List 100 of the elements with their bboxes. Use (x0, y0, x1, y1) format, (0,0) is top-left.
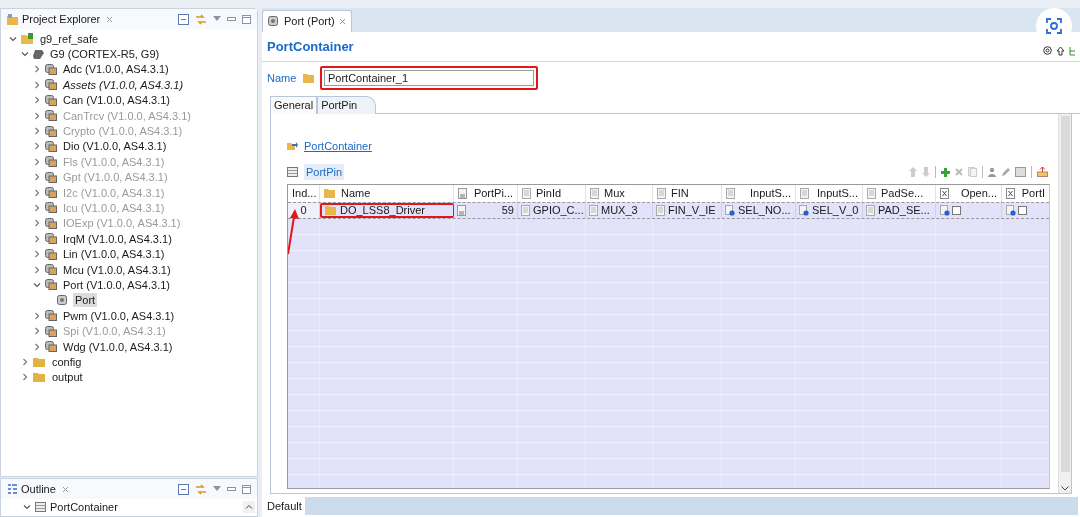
column-header[interactable]: Open... (936, 185, 1002, 202)
tree-item[interactable]: Wdg (V1.0.0, AS4.3.1) (61, 339, 175, 354)
chevron-right-icon[interactable] (21, 373, 29, 382)
scroll-down-icon[interactable] (1061, 486, 1069, 491)
column-header[interactable]: Mux (586, 185, 653, 202)
pencil-icon[interactable] (1001, 167, 1010, 177)
tree-item[interactable]: Dio (V1.0.0, AS4.3.1) (61, 139, 169, 154)
maximize-icon[interactable] (242, 484, 251, 494)
at-sign-icon[interactable] (1043, 46, 1052, 55)
chevron-down-icon[interactable] (21, 50, 29, 59)
maximize-icon[interactable] (242, 14, 251, 24)
column-header[interactable]: PinId (518, 185, 586, 202)
person-icon[interactable] (988, 167, 996, 177)
document-icon (656, 205, 665, 216)
delete-icon[interactable] (955, 168, 963, 176)
chevron-right-icon[interactable] (21, 357, 29, 366)
checkbox[interactable] (1018, 206, 1027, 215)
table-icon (35, 502, 46, 512)
tree-item[interactable]: g9_ref_safe (38, 31, 101, 46)
link-icon[interactable] (195, 483, 207, 495)
editor-heading: PortContainer (267, 37, 354, 56)
chevron-right-icon[interactable] (33, 265, 41, 274)
boolean-doc-icon (1006, 188, 1015, 199)
column-header[interactable]: InputS... (796, 185, 863, 202)
name-cell[interactable]: DO_LSS8_Driver (320, 203, 454, 218)
column-header[interactable]: PortPi... (454, 185, 518, 202)
chevron-down-icon[interactable] (23, 503, 31, 511)
collapse-all-icon[interactable] (178, 483, 189, 495)
column-header[interactable]: InputS... (722, 185, 796, 202)
editor-tab[interactable]: Port (Port) (262, 10, 352, 32)
column-header[interactable]: PadSe... (863, 185, 936, 202)
column-header[interactable]: Name (320, 185, 454, 202)
module-icon (45, 187, 57, 199)
folder-icon (33, 356, 46, 367)
tree-item[interactable]: PortContainer (50, 498, 118, 516)
arrow-up-icon[interactable] (1056, 45, 1065, 56)
chevron-right-icon[interactable] (33, 311, 41, 320)
link-icon[interactable] (195, 13, 207, 25)
tree-item[interactable]: G9 (CORTEX-R5, G9) (48, 47, 162, 62)
tree-item[interactable]: Pwm (V1.0.0, AS4.3.1) (61, 308, 177, 323)
tree-item[interactable]: Can (V1.0.0, AS4.3.1) (61, 93, 172, 108)
link-arrow-icon (287, 141, 298, 151)
enum-doc-icon (799, 205, 809, 216)
name-field[interactable]: PortContainer_1 (320, 66, 538, 90)
project-explorer-icon (7, 13, 19, 25)
grid-icon[interactable] (1015, 167, 1026, 177)
close-icon[interactable] (106, 15, 114, 23)
form-tab[interactable]: PortPin (317, 96, 377, 114)
chevron-down-icon[interactable] (33, 280, 41, 289)
view-menu-icon[interactable] (213, 16, 221, 22)
minimize-icon[interactable] (227, 487, 236, 491)
minimize-icon[interactable] (227, 17, 236, 21)
scrollbar-thumb[interactable] (1060, 116, 1070, 472)
tree-item[interactable]: Assets (V1.0.0, AS4.3.1) (61, 77, 186, 92)
section-title: PortPin (304, 163, 345, 181)
column-header[interactable]: Ind... (288, 185, 320, 202)
scroll-up-icon[interactable] (243, 501, 255, 513)
folder-icon (325, 206, 337, 215)
tree-item[interactable]: Port (V1.0.0, AS4.3.1) (61, 277, 172, 292)
number-doc-icon (457, 205, 466, 216)
tree-item[interactable]: Port (73, 293, 98, 308)
document-icon (657, 188, 666, 199)
document-icon (521, 205, 530, 216)
container-link[interactable]: PortContainer (304, 137, 372, 155)
chevron-right-icon[interactable] (33, 142, 41, 151)
column-header[interactable]: PortI (1002, 185, 1049, 202)
panel-title[interactable]: Outline (21, 480, 56, 498)
tree-item[interactable]: output (50, 370, 85, 385)
chevron-right-icon[interactable] (33, 250, 41, 259)
module-icon (45, 264, 57, 276)
module-icon (45, 341, 57, 352)
chevron-right-icon[interactable] (33, 65, 41, 74)
chevron-right-icon[interactable] (33, 234, 41, 243)
tree-item[interactable]: Lin (V1.0.0, AS4.3.1) (61, 247, 167, 262)
chevron-right-icon[interactable] (33, 342, 41, 351)
tree-item[interactable]: IrqM (V1.0.0, AS4.3.1) (61, 231, 174, 246)
module-icon (45, 248, 57, 260)
add-icon[interactable] (941, 167, 950, 177)
table-cell: SEL_V_0 (812, 203, 859, 218)
collapse-all-icon[interactable] (178, 13, 189, 25)
chevron-right-icon[interactable] (33, 80, 41, 89)
chevron-right-icon[interactable] (33, 96, 41, 105)
table-cell: GPIO_C... (533, 203, 584, 218)
tree-item[interactable]: Adc (V1.0.0, AS4.3.1) (61, 62, 171, 77)
checkbox[interactable] (952, 206, 961, 215)
tree-item[interactable]: config (50, 354, 84, 369)
chevron-down-icon[interactable] (9, 34, 17, 43)
module-icon (45, 140, 57, 152)
document-icon (867, 188, 876, 199)
tree-item[interactable]: Mcu (V1.0.0, AS4.3.1) (61, 262, 173, 277)
close-icon[interactable] (338, 18, 346, 25)
table-cell: FIN_V_IE (668, 203, 716, 218)
chip-icon (33, 49, 44, 60)
close-icon[interactable] (61, 485, 69, 493)
export-icon[interactable] (1037, 167, 1048, 177)
column-header[interactable]: FIN (653, 185, 722, 202)
number-doc-icon (458, 188, 467, 199)
form-tab[interactable]: General (270, 96, 318, 114)
enum-doc-icon (1006, 205, 1016, 216)
view-menu-icon[interactable] (213, 486, 221, 492)
